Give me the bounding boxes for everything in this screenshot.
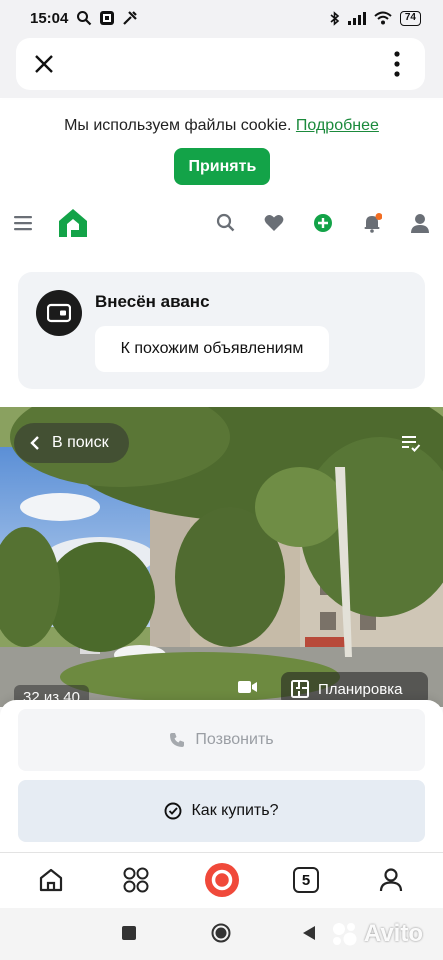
heart-icon[interactable] [264, 214, 284, 237]
similar-listings-button[interactable]: К похожим объявлениям [95, 326, 329, 372]
signal-icon [347, 11, 366, 25]
photo-gallery[interactable]: В поиск 32 из 40 Планировка [0, 407, 443, 707]
battery-indicator: 74 [399, 10, 421, 26]
floor-plan-icon [291, 680, 309, 698]
cookie-banner: Мы используем файлы cookie. Подробнее Пр… [0, 100, 443, 200]
call-label: Позвонить [195, 731, 274, 748]
cookie-message: Мы используем файлы cookie. Подробнее [0, 117, 443, 135]
status-bar: 15:04 74 [0, 0, 443, 36]
floor-plan-label: Планировка [318, 680, 403, 698]
search-notification-icon [77, 11, 92, 26]
messages-icon[interactable]: 5 [291, 865, 321, 895]
cookie-accept-button[interactable]: Принять [173, 148, 270, 185]
action-sheet: Позвонить Как купить? [0, 700, 443, 852]
bottom-navigation: 5 [0, 852, 443, 908]
avito-watermark: Avito [330, 920, 423, 948]
back-triangle-icon[interactable] [302, 925, 316, 941]
chevron-left-icon [30, 436, 39, 450]
logo-icon[interactable] [56, 206, 90, 245]
video-icon[interactable] [234, 673, 262, 701]
app-notification-icon [100, 11, 115, 25]
home-circle-icon[interactable] [211, 923, 231, 943]
plus-circle-icon[interactable] [313, 213, 333, 238]
close-icon[interactable] [32, 52, 56, 76]
deposit-card: Внесён аванс К похожим объявлениям [18, 272, 425, 389]
bell-icon[interactable] [362, 212, 383, 238]
check-circle-icon [165, 802, 182, 820]
bluetooth-icon [330, 10, 340, 26]
list-check-icon[interactable] [393, 425, 429, 461]
messages-count: 5 [301, 871, 311, 889]
wifi-icon [374, 11, 392, 25]
user-icon[interactable] [411, 213, 429, 238]
back-to-search-button[interactable]: В поиск [14, 423, 129, 463]
home-icon[interactable] [36, 865, 66, 895]
back-to-search-label: В поиск [52, 434, 109, 451]
avito-logo-icon [332, 923, 357, 946]
call-button[interactable]: Позвонить [18, 709, 425, 771]
site-header [0, 200, 443, 250]
more-options-icon[interactable] [385, 49, 409, 79]
phone-icon [170, 733, 185, 747]
menu-icon[interactable] [14, 215, 34, 236]
deposit-title: Внесён аванс [95, 292, 210, 311]
profile-icon[interactable] [376, 865, 406, 895]
services-grid-icon[interactable] [121, 865, 151, 895]
watermark-text: Avito [363, 920, 423, 947]
cookie-text: Мы используем файлы cookie. [64, 117, 292, 134]
alice-icon[interactable] [203, 861, 241, 899]
status-notification-icons [76, 10, 138, 26]
status-time: 15:04 [30, 9, 69, 27]
system-navigation: Avito [0, 908, 443, 960]
how-to-buy-button[interactable]: Как купить? [18, 780, 425, 842]
recents-icon[interactable] [122, 926, 136, 940]
browser-toolbar [16, 38, 425, 90]
how-to-buy-label: Как купить? [191, 802, 279, 819]
status-system-icons: 74 [330, 10, 421, 26]
search-icon[interactable] [216, 213, 235, 237]
header-actions [216, 212, 429, 238]
tools-notification-icon [123, 11, 138, 25]
browser-bar [0, 36, 443, 98]
wallet-icon [36, 290, 82, 336]
cookie-details-link[interactable]: Подробнее [296, 117, 379, 134]
